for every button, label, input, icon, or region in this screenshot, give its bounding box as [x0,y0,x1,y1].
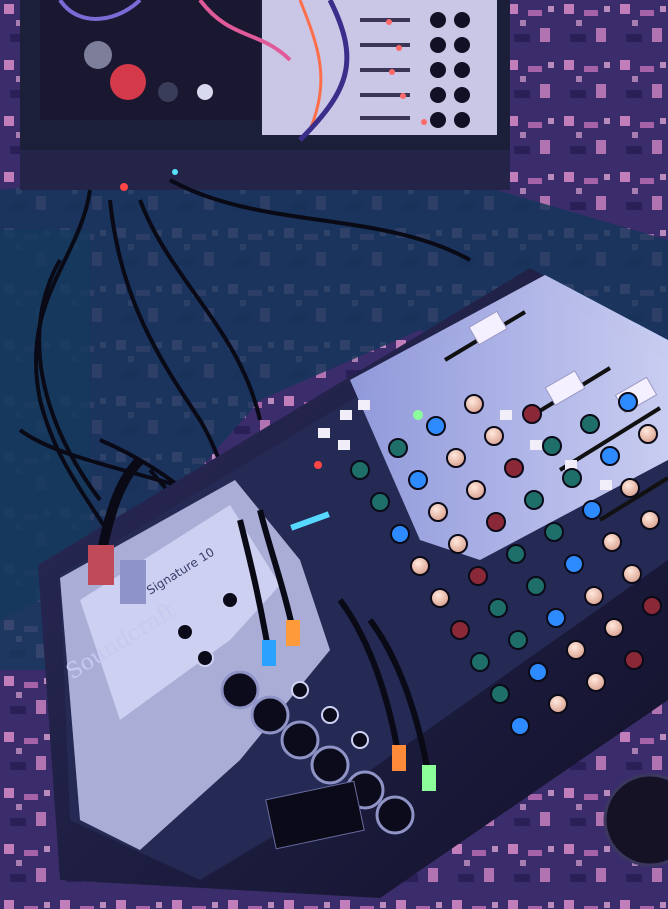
knob-icon [586,672,606,692]
knob-icon [508,630,528,650]
knob-icon [448,534,468,554]
knob-icon [564,554,584,574]
knob-icon [486,512,506,532]
red-knob-icon [110,64,146,100]
red-led-icon [314,461,322,469]
photo-scene: Soundcraft Signature 10 [0,0,668,909]
knob-icon [548,694,568,714]
knob-icon [388,438,408,458]
led-icon [120,183,128,191]
knob-icon [468,566,488,586]
knob-icon [582,500,602,520]
knob-icon [624,650,644,670]
knob-icon [470,652,490,672]
knob-icon [466,480,486,500]
knob-icon [620,478,640,498]
knob-icon [542,436,562,456]
knob-icon [546,608,566,628]
knob-icon [562,468,582,488]
knob-icon [522,404,542,424]
knob-icon [642,596,662,616]
knob-icon [524,490,544,510]
knob-icon [430,588,450,608]
knob-icon [640,510,660,530]
knob-icon [370,492,390,512]
knob-icon [390,524,410,544]
knob-icon [504,458,524,478]
knob-icon [602,532,622,552]
knob-icon [506,544,526,564]
knob-icon [580,414,600,434]
knob-icon [484,426,504,446]
knob-icon [350,460,370,480]
knob-icon [410,556,430,576]
knob-icon [488,598,508,618]
knob-icon [464,394,484,414]
knob-icon [426,416,446,436]
knob-icon [428,502,448,522]
knob-icon [446,448,466,468]
knob-icon [528,662,548,682]
knob-icon [490,684,510,704]
knob-icon [584,586,604,606]
knob-icon [544,522,564,542]
modular-synth-case [20,0,510,191]
knob-icon [604,618,624,638]
green-led-icon [413,410,423,420]
knob-icon [622,564,642,584]
knob-icon [510,716,530,736]
knob-icon [526,576,546,596]
knob-icon [450,620,470,640]
knob-icon [638,424,658,444]
knob-icon [618,392,638,412]
knob-icon [566,640,586,660]
knob-icon [600,446,620,466]
knob-icon [408,470,428,490]
photo-canvas: Soundcraft Signature 10 [0,0,668,909]
